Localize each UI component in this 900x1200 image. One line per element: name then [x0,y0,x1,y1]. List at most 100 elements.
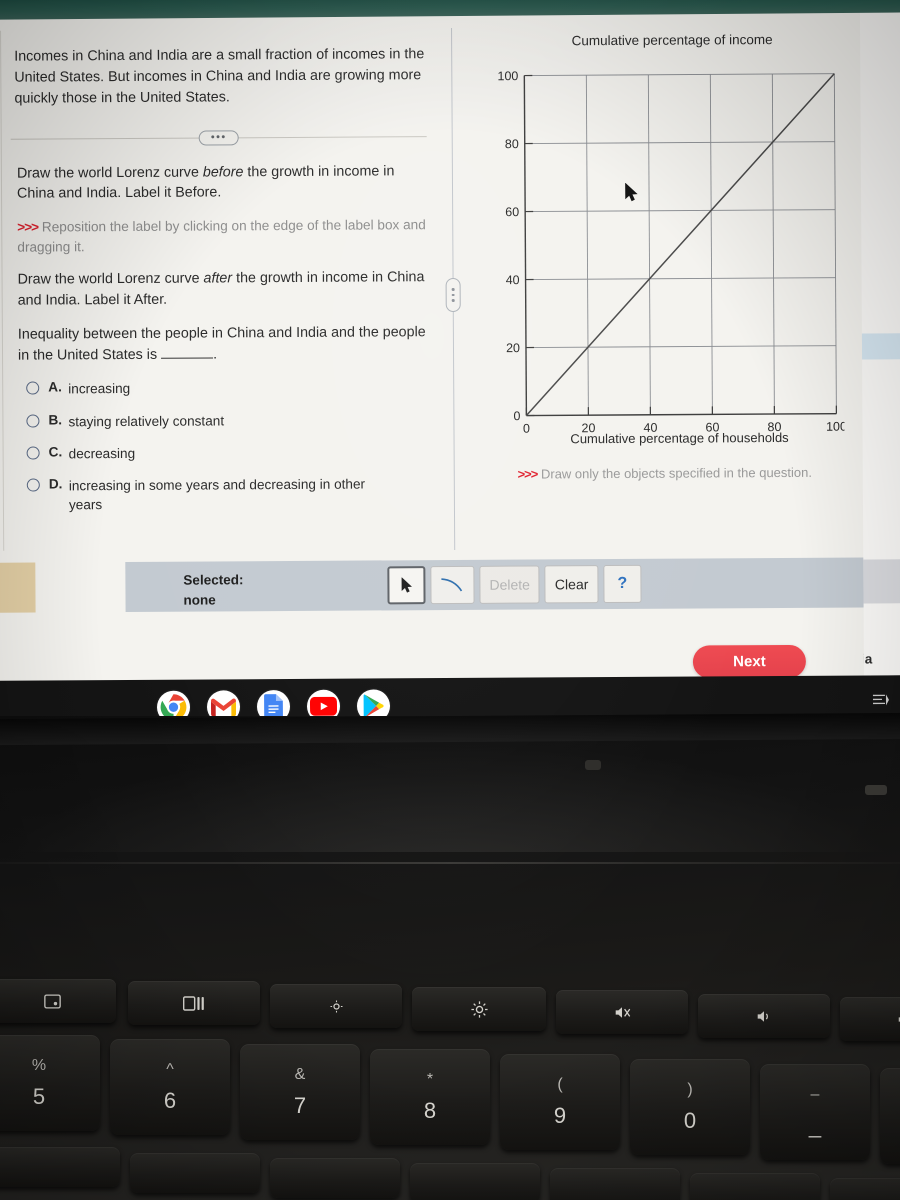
selected-label: Selected: [183,572,244,588]
answer-choice-b[interactable]: B. staying relatively constant [26,410,428,432]
choice-text: increasing [68,381,131,397]
hinge-vent-icon [865,785,887,795]
keyboard: %5^6&7*8(9)0–_+= [0,975,900,1200]
help-button[interactable]: ? [603,564,642,604]
mute-key[interactable] [556,990,688,1034]
next-button[interactable]: Next [692,644,807,679]
selected-value: none [183,592,216,608]
radio-button-icon[interactable] [26,381,40,395]
keyboard-row3-key-5[interactable] [550,1168,680,1200]
hint-1-text: Reposition the label by clicking on the … [17,217,426,255]
hint-arrows-icon: >>> [517,466,538,482]
y-tick-label: 40 [506,273,520,287]
clear-button[interactable]: Clear [544,565,599,604]
key-symbol: ( [557,1075,563,1093]
answer-choices: A. increasing B. staying relatively constan… [26,377,429,515]
selected-status: Selected: none [183,570,243,611]
key-7[interactable]: & 7 [240,1044,360,1140]
hint-arrows-icon: >>> [17,219,39,235]
grid-line-vertical [647,74,651,415]
key-equals[interactable]: += [880,1068,900,1164]
pointer-tool-button[interactable] [387,566,426,605]
step2-italic-word: after [203,270,233,287]
shelf-status-area[interactable] [872,693,890,709]
answer-choice-c[interactable]: C. decreasing [26,442,429,464]
question-pane: Incomes in China and India are a small f… [0,26,447,551]
volume-high-icon [897,1012,900,1027]
key-number: 8 [423,1097,437,1123]
key-number: _ [808,1112,822,1138]
grid-line-horizontal [525,345,836,348]
chart-title: Cumulative percentage of income [571,32,773,49]
keyboard-row3-key-1[interactable] [0,1147,120,1187]
volume-down-key[interactable] [698,994,830,1038]
draw-hint-text: Draw only the objects specified in the q… [540,464,813,482]
chart-xaxis-label: Cumulative percentage of households [570,429,789,447]
key-8[interactable]: * 8 [370,1049,490,1145]
question-step-2: Draw the world Lorenz curve after the gr… [17,269,425,309]
question-intro: Incomes in China and India are a small f… [14,46,425,107]
grid-line-horizontal [524,141,835,145]
lorenz-curve-plot[interactable]: 0 20 40 60 80 100 0 20 40 60 80 100 [497,68,844,435]
question-prompt: Inequality between the people in China a… [18,322,428,366]
window-overview-key[interactable] [128,981,260,1025]
answer-choice-a[interactable]: A. increasing [26,377,428,399]
step1-italic-word: before [202,163,244,181]
brightness-down-key[interactable] [270,984,402,1028]
key-number: 5 [32,1083,46,1109]
section-divider: ••• [10,129,427,146]
key-number: 9 [553,1102,567,1128]
grid-line-horizontal [525,209,836,213]
choice-text: staying relatively constant [68,412,225,429]
key-number: 7 [293,1092,307,1118]
splitter-drag-handle[interactable] [445,277,461,313]
y-tick-label: 100 [497,69,518,83]
radio-button-icon[interactable] [26,414,40,428]
key-symbol: – [810,1085,820,1103]
radio-button-icon[interactable] [26,478,40,492]
laptop-photo: ✕ ✓ anrld'it fedustreal-lestor SITIOrien… [0,0,900,1200]
drawing-toolbar: Selected: none Delete Clear ? [125,557,864,612]
choice-letter: A. [48,379,62,395]
y-axis [523,75,528,416]
curve-tool-button[interactable] [430,565,475,605]
curve-icon [441,578,463,592]
handle-dot-icon [451,293,455,297]
laptop-screen: ✕ ✓ anrld'it fedustreal-lestor SITIOrien… [0,11,900,689]
key-number: 0 [683,1107,697,1133]
question-step-1: Draw the world Lorenz curve before the g… [16,162,395,202]
choice-letter: C. [48,444,63,460]
keyboard-row3-key-3[interactable] [270,1158,400,1198]
hinge-vent-icon [585,760,601,770]
choice-letter: B. [48,411,63,428]
y-tick-label: 20 [506,341,520,355]
ellipsis-icon[interactable]: ••• [198,129,239,146]
key-9[interactable]: (9 [500,1054,620,1150]
key-5[interactable]: % 5 [0,1035,100,1131]
key-6[interactable]: ^ 6 [110,1039,230,1135]
key-symbol: ) [687,1080,693,1098]
series-line-line-of-equality[interactable] [524,73,836,417]
brightness-up-key[interactable] [412,987,546,1031]
x-axis [526,412,837,417]
keyboard-row3-key-7[interactable] [830,1178,900,1200]
key-minus[interactable]: – _ [760,1064,870,1160]
keyboard-row3-key-6[interactable] [690,1173,820,1200]
key-0[interactable]: ) 0 [630,1059,750,1155]
volume-up-key[interactable] [840,997,900,1041]
radio-button-icon[interactable] [26,446,40,460]
answer-choice-d[interactable]: D. increasing in some years and decreasin… [26,474,429,515]
keyboard-row3-key-4[interactable] [410,1163,540,1200]
chart-pane: Cumulative percentage of income 0 20 40 60 8… [462,32,863,534]
mouse-cursor-icon [625,182,638,202]
toolbar-buttons: Delete Clear ? [387,564,642,605]
y-tick-label: 60 [505,205,519,219]
key-symbol: * [426,1070,434,1088]
prompt-text: Inequality between the people in China a… [17,324,426,364]
mute-icon [614,1005,631,1020]
screenshot-key[interactable] [0,979,116,1023]
status-tray-icon [872,694,889,706]
delete-button[interactable]: Delete [479,565,541,604]
mylab-exercise-panel: Incomes in China and India are a small f… [0,11,865,689]
keyboard-row3-key-2[interactable] [130,1153,260,1193]
